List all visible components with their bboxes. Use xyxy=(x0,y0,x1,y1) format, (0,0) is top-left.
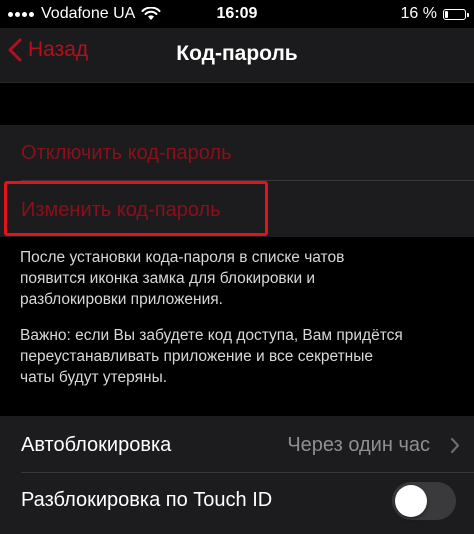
battery-fill xyxy=(445,10,448,18)
section-spacer xyxy=(0,83,474,125)
battery-percent: 16 % xyxy=(400,5,437,22)
passcode-warning-text: Важно: если Вы забудете код доступа, Вам… xyxy=(20,325,460,388)
info-line: После установки кода-пароля в списке чат… xyxy=(20,249,345,266)
touch-id-toggle[interactable] xyxy=(392,482,456,520)
touch-id-label: Разблокировка по Touch ID xyxy=(21,489,273,511)
warning-line: переустанавливать приложение и все секре… xyxy=(20,348,374,365)
touch-id-row: Разблокировка по Touch ID xyxy=(0,473,474,534)
status-bar: Vodafone UA 16:09 16 % xyxy=(0,0,474,28)
highlight-annotation xyxy=(4,181,268,236)
page-title: Код-пароль xyxy=(176,42,298,65)
warning-line: Важно: если Вы забудете код доступа, Вам… xyxy=(20,327,403,344)
toggle-knob xyxy=(395,485,427,517)
autolock-row[interactable]: Автоблокировка Через один час xyxy=(0,416,474,473)
battery-icon xyxy=(443,8,469,20)
status-right: 16 % xyxy=(400,5,469,23)
disable-passcode-row[interactable]: Отключить код-пароль xyxy=(0,125,474,181)
autolock-value: Через один час xyxy=(287,434,430,456)
navigation-bar: Назад Код-пароль xyxy=(0,28,474,83)
passcode-info-text: После установки кода-пароля в списке чат… xyxy=(20,247,460,310)
warning-line: чаты будут утеряны. xyxy=(20,369,168,386)
disable-passcode-label: Отключить код-пароль xyxy=(21,142,232,164)
chevron-right-icon xyxy=(450,437,460,454)
autolock-label: Автоблокировка xyxy=(21,434,172,456)
info-line: разблокировки приложения. xyxy=(20,291,223,308)
info-line: появится иконка замка для блокировки и xyxy=(20,270,316,287)
